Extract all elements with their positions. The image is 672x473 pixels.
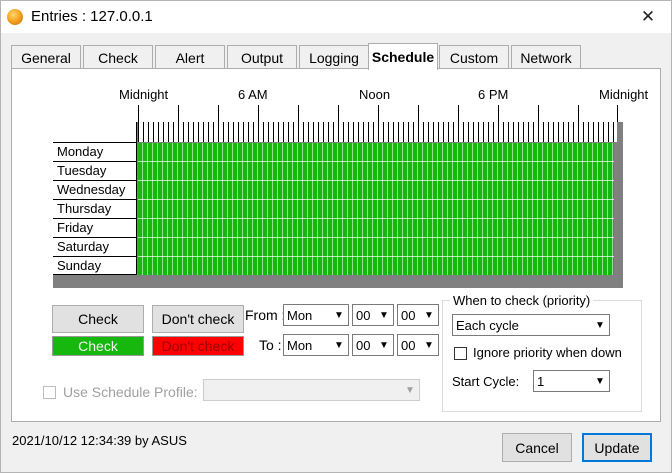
hour-label-6am: 6 AM	[238, 87, 268, 102]
hour-label-midnight-start: Midnight	[119, 87, 169, 102]
tab-label: Logging	[309, 49, 359, 66]
chevron-down-icon: ▼	[401, 380, 419, 400]
title-bar: Entries : 127.0.0.1 ✕	[1, 1, 671, 33]
tab-label: Custom	[449, 49, 499, 66]
chevron-down-icon: ▼	[375, 335, 393, 355]
cancel-button[interactable]: Cancel	[502, 433, 572, 462]
tab-custom[interactable]: Custom	[439, 45, 509, 69]
day-label-wednesday[interactable]: Wednesday	[53, 181, 137, 200]
tab-label: Schedule	[371, 49, 435, 65]
day-label-sunday[interactable]: Sunday	[53, 257, 137, 275]
select-value: 1	[537, 374, 545, 389]
tab-label: Alert	[175, 49, 205, 66]
entries-dialog: Entries : 127.0.0.1 ✕ General Check Aler…	[0, 0, 672, 473]
ruler-tick	[258, 105, 259, 122]
tab-check[interactable]: Check	[83, 45, 153, 69]
ruler-tick	[378, 105, 379, 122]
chevron-down-icon: ▼	[591, 315, 609, 335]
to-minute-select[interactable]: 00 ▼	[397, 334, 439, 356]
day-label-friday[interactable]: Friday	[53, 219, 137, 238]
tab-alert[interactable]: Alert	[155, 45, 225, 69]
tab-general[interactable]: General	[11, 45, 81, 69]
ruler-tick	[418, 105, 419, 122]
tab-network[interactable]: Network	[511, 45, 581, 69]
ruler-tick	[138, 105, 139, 122]
ruler-tick	[218, 105, 219, 122]
priority-mode-select[interactable]: Each cycle ▼	[452, 314, 610, 336]
start-cycle-select[interactable]: 1 ▼	[533, 370, 610, 392]
check-color-swatch: Check	[52, 336, 144, 356]
tab-logging[interactable]: Logging	[299, 45, 369, 69]
ruler-tick	[538, 105, 539, 122]
check-button[interactable]: Check	[52, 305, 144, 333]
tab-strip: General Check Alert Output Logging Sched…	[11, 43, 661, 70]
close-icon[interactable]: ✕	[625, 1, 671, 33]
day-label-tuesday[interactable]: Tuesday	[53, 162, 137, 181]
select-value: 00	[401, 338, 416, 353]
chevron-down-icon: ▼	[420, 305, 438, 325]
ruler-tick	[338, 105, 339, 122]
grid-corner	[53, 122, 137, 143]
select-value: Mon	[287, 338, 313, 353]
ruler-tick	[178, 105, 179, 122]
hour-label-6pm: 6 PM	[478, 87, 509, 102]
schedule-grid: Monday Tuesday Wednesday Thursday Friday…	[53, 122, 623, 288]
from-hour-select[interactable]: 00 ▼	[352, 304, 394, 326]
ruler-tick	[578, 105, 579, 122]
chevron-down-icon: ▼	[420, 335, 438, 355]
from-minute-select[interactable]: 00 ▼	[397, 304, 439, 326]
tab-schedule[interactable]: Schedule	[368, 43, 438, 70]
grid-footer	[53, 275, 623, 288]
dont-check-button[interactable]: Don't check	[152, 305, 244, 333]
from-label: From :	[245, 307, 286, 323]
dont-check-color-swatch: Don't check	[152, 336, 244, 356]
select-value: 00	[356, 308, 371, 323]
hour-label-midnight-end: Midnight	[599, 87, 649, 102]
select-value: 00	[356, 338, 371, 353]
to-day-select[interactable]: Mon ▼	[283, 334, 349, 356]
start-cycle-label: Start Cycle:	[452, 374, 520, 389]
ignore-priority-label: Ignore priority when down	[473, 345, 622, 360]
tab-label: General	[21, 49, 71, 66]
window-title: Entries : 127.0.0.1	[31, 8, 153, 25]
from-day-select[interactable]: Mon ▼	[283, 304, 349, 326]
update-button[interactable]: Update	[582, 433, 652, 462]
select-value: 00	[401, 308, 416, 323]
select-value: Mon	[287, 308, 313, 323]
priority-group-title: When to check (priority)	[450, 293, 594, 308]
to-hour-select[interactable]: 00 ▼	[352, 334, 394, 356]
use-schedule-profile-checkbox[interactable]	[43, 386, 56, 399]
ruler-tick	[498, 105, 499, 122]
schedule-cells[interactable]	[138, 143, 614, 275]
day-label-saturday[interactable]: Saturday	[53, 238, 137, 257]
chevron-down-icon: ▼	[375, 305, 393, 325]
ruler-tick	[617, 105, 618, 122]
day-label-monday[interactable]: Monday	[53, 143, 137, 162]
tab-output[interactable]: Output	[227, 45, 297, 69]
schedule-profile-select[interactable]: ▼	[203, 379, 420, 401]
chevron-down-icon: ▼	[330, 335, 348, 355]
app-orb-icon	[7, 9, 23, 25]
tab-label: Network	[520, 49, 572, 66]
use-schedule-profile-label: Use Schedule Profile:	[63, 384, 198, 400]
select-value: Each cycle	[456, 318, 519, 333]
time-tick-ruler	[138, 122, 617, 142]
status-text: 2021/10/12 12:34:39 by ASUS	[12, 433, 187, 448]
hour-label-noon: Noon	[359, 87, 391, 102]
ignore-priority-checkbox[interactable]	[454, 347, 467, 360]
tab-label: Check	[98, 49, 138, 66]
to-label: To :	[259, 337, 282, 353]
chevron-down-icon: ▼	[330, 305, 348, 325]
ruler-tick	[458, 105, 459, 122]
chevron-down-icon: ▼	[591, 371, 609, 391]
tab-label: Output	[240, 49, 284, 66]
day-label-thursday[interactable]: Thursday	[53, 200, 137, 219]
ruler-tick	[298, 105, 299, 122]
